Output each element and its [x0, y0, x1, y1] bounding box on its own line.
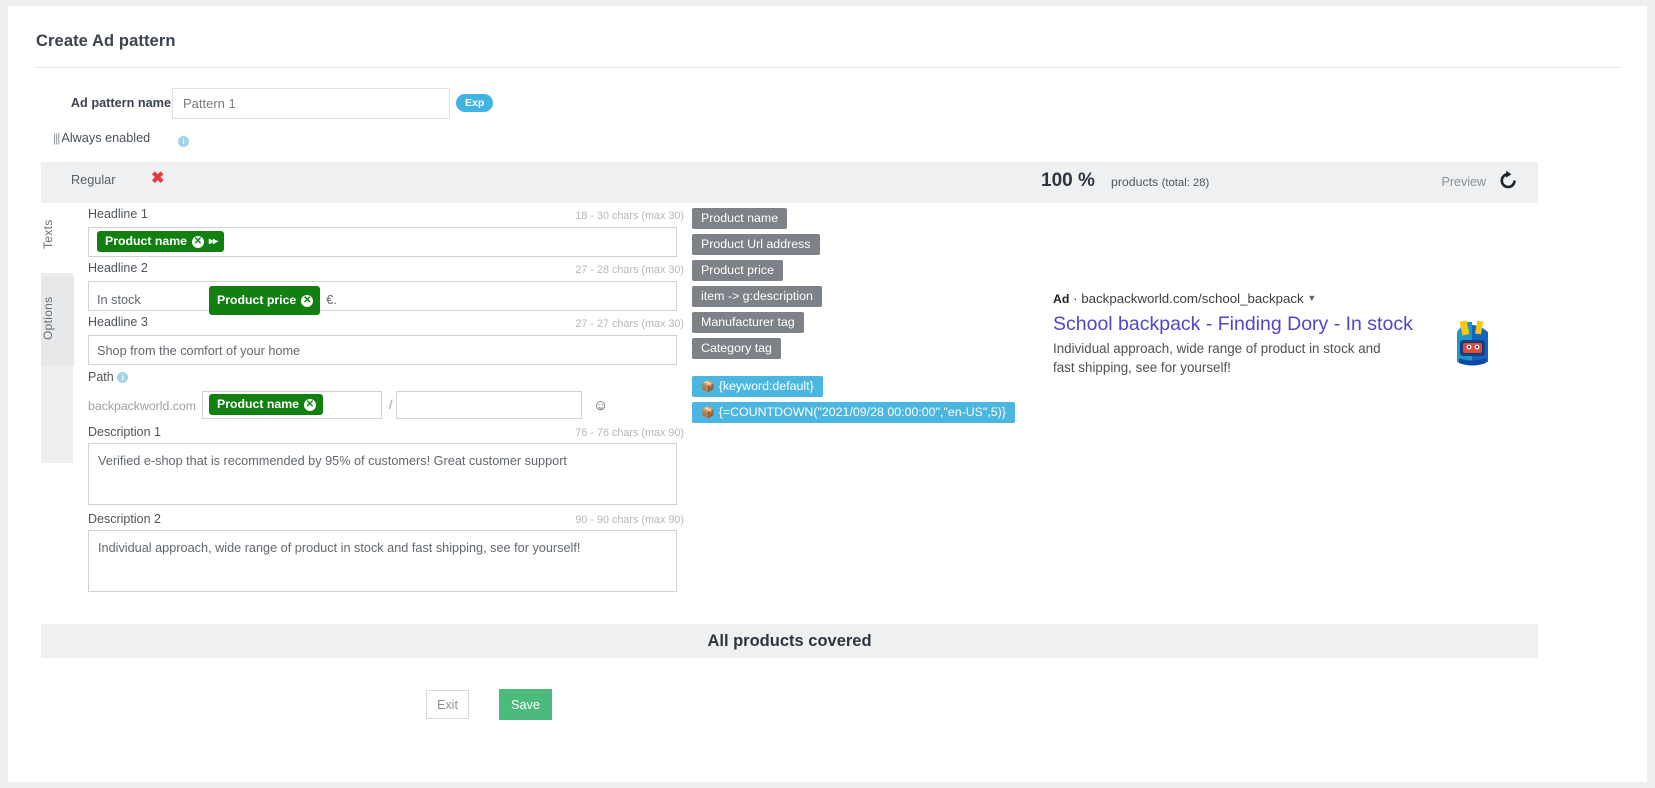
tag-list-gap	[692, 364, 1012, 376]
description2-counter: 90 - 90 chars (max 90)	[575, 514, 684, 526]
headline3-counter: 27 - 27 chars (max 30)	[575, 318, 684, 330]
tag-item[interactable]: Category tag	[692, 338, 781, 359]
description2-textarea[interactable]: Individual approach, wide range of produ…	[88, 530, 677, 592]
path-info-icon[interactable]: i	[117, 372, 129, 383]
tag-item[interactable]: Product Url address	[692, 234, 820, 255]
chip-remove-icon[interactable]: ✕	[304, 399, 316, 411]
chevron-down-icon[interactable]: ▼	[1307, 293, 1316, 303]
ad-pattern-name-label: Ad pattern name	[70, 96, 171, 110]
header-divider	[36, 67, 1620, 68]
headline2-label: Headline 2	[88, 261, 148, 275]
preview-url-row: Ad · backpackworld.com/school_backpack ▼	[1053, 289, 1433, 308]
description2-label: Description 2	[88, 512, 161, 526]
always-enabled-info-icon[interactable]: i	[178, 132, 189, 150]
emoji-picker-icon[interactable]: ☺	[593, 397, 608, 414]
chip-product-name-path[interactable]: Product name ✕	[209, 394, 323, 415]
chip-remove-icon[interactable]: ✕	[301, 295, 314, 307]
headline2-suffix: €.	[326, 292, 337, 307]
path-separator: /	[389, 397, 393, 412]
tag-item-keyword[interactable]: 📦 {keyword:default}	[692, 376, 823, 397]
create-ad-pattern-card: Create Ad pattern Ad pattern name Exp ||…	[8, 6, 1647, 782]
chip-product-price[interactable]: Product price ✕	[209, 286, 321, 315]
exp-badge[interactable]: Exp	[456, 94, 494, 112]
description1-textarea[interactable]: Verified e-shop that is recommended by 9…	[88, 443, 677, 505]
exit-button[interactable]: Exit	[426, 690, 469, 719]
always-enabled-label: Always enabled	[61, 131, 151, 145]
headline1-input[interactable]: Product name ✕ ▸▸	[88, 227, 677, 257]
description1-label: Description 1	[88, 425, 161, 439]
path-first-input[interactable]: Product name ✕	[202, 391, 382, 419]
headline1-label: Headline 1	[88, 207, 148, 221]
products-total: (total: 28)	[1161, 177, 1210, 189]
chip-move-icon[interactable]: ▸▸	[209, 236, 218, 247]
description1-counter: 76 - 76 chars (max 90)	[575, 427, 684, 439]
tag-item[interactable]: Manufacturer tag	[692, 312, 804, 333]
tab-options[interactable]: Options	[41, 276, 74, 366]
path-host-label: backpackworld.com	[88, 399, 196, 413]
headline2-counter: 27 - 28 chars (max 30)	[575, 264, 684, 276]
coverage-message: All products covered	[707, 632, 872, 650]
headline2-input[interactable]: In stock Product price ✕ €.	[88, 281, 677, 315]
app-root: Create Ad pattern Ad pattern name Exp ||…	[0, 0, 1655, 788]
chip-label: Product price	[217, 293, 297, 307]
ad-preview: Ad · backpackworld.com/school_backpack ▼…	[1053, 289, 1433, 377]
ad-badge: Ad	[1053, 292, 1070, 306]
preview-title[interactable]: School backpack - Finding Dory - In stoc…	[1053, 311, 1433, 337]
tag-item[interactable]: Product price	[692, 260, 784, 281]
coverage-products: products (total: 28)	[1111, 175, 1209, 189]
tab-texts[interactable]: Texts	[41, 203, 74, 273]
box-icon: 📦	[701, 381, 715, 393]
schedule-bars-icon: |||	[53, 131, 60, 145]
headline2-prefix: In stock	[97, 292, 141, 307]
page-title: Create Ad pattern	[36, 32, 176, 50]
headline3-input[interactable]: Shop from the comfort of your home	[88, 335, 677, 365]
path-label: Path i	[88, 370, 129, 384]
tag-item[interactable]: item -> g:description	[692, 286, 822, 307]
headline1-counter: 18 - 30 chars (max 30)	[575, 210, 684, 222]
preview-url: · backpackworld.com/school_backpack	[1073, 291, 1304, 306]
preview-description: Individual approach, wide range of produ…	[1053, 341, 1381, 375]
product-thumbnail	[1445, 314, 1500, 369]
always-enabled-row[interactable]: ||| Always enabled	[53, 131, 150, 145]
chip-remove-icon[interactable]: ✕	[192, 236, 204, 248]
coverage-percent: 100 %	[1041, 170, 1095, 191]
coverage-bar: All products covered	[41, 624, 1538, 658]
ad-pattern-name-input[interactable]	[172, 88, 450, 119]
box-icon: 📦	[701, 407, 715, 419]
tab-regular[interactable]: Regular	[71, 173, 115, 187]
preview-label: Preview	[1441, 175, 1486, 189]
tag-list: Product name Product Url address Product…	[692, 208, 1015, 428]
refresh-icon[interactable]	[1498, 170, 1518, 192]
products-word: products	[1111, 175, 1159, 189]
path-second-input[interactable]	[396, 391, 582, 419]
save-button[interactable]: Save	[499, 689, 552, 720]
close-icon[interactable]: ✖	[151, 170, 164, 188]
chip-product-name[interactable]: Product name ✕ ▸▸	[97, 231, 225, 252]
pattern-tabstrip: Regular ✖ 100 % products (total: 28) Pre…	[41, 162, 1538, 203]
chip-label: Product name	[105, 234, 187, 248]
chip-label: Product name	[217, 397, 299, 411]
headline3-label: Headline 3	[88, 315, 148, 329]
tag-item-countdown[interactable]: 📦 {=COUNTDOWN("2021/09/28 00:00:00","en-U…	[692, 402, 1015, 423]
tag-item[interactable]: Product name	[692, 208, 788, 229]
